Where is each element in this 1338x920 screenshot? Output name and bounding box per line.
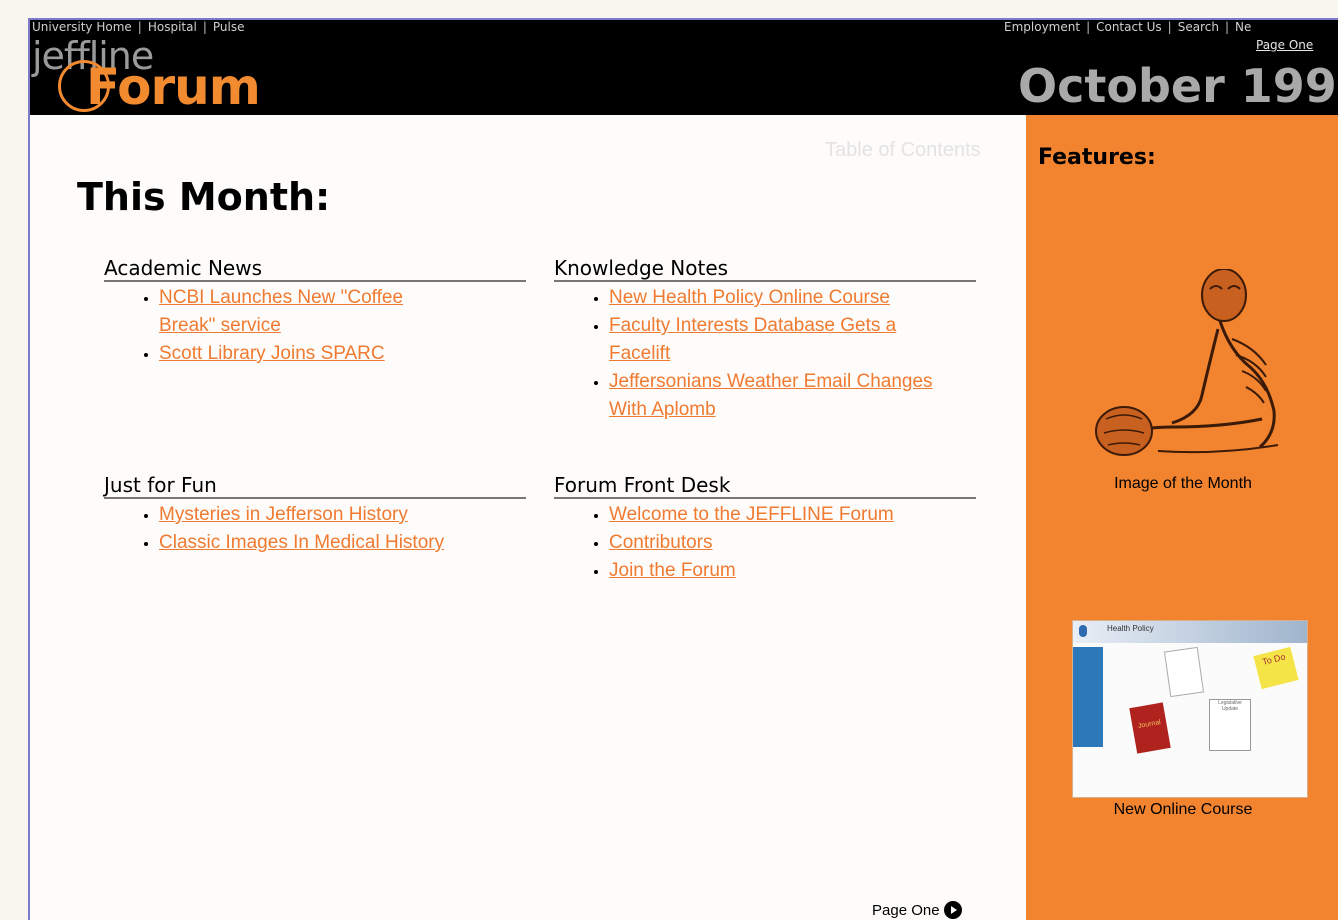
article-link[interactable]: Faculty Interests Database Gets a Faceli… (609, 315, 896, 364)
drop-icon (1079, 625, 1087, 637)
list-item: Jeffersonians Weather Email Changes With… (594, 368, 939, 424)
skeleton-illustration-icon (1095, 268, 1279, 456)
section-list: Welcome to the JEFFLINE Forum Contributo… (554, 501, 976, 585)
list-item: Welcome to the JEFFLINE Forum (594, 501, 976, 529)
list-item: New Health Policy Online Course (594, 284, 939, 312)
new-online-course-thumbnail[interactable]: Health Policy To Do Legislative Update J… (1072, 620, 1308, 798)
sticky-note-icon: To Do (1253, 646, 1299, 690)
list-item: Mysteries in Jefferson History (144, 501, 526, 529)
list-item: Classic Images In Medical History (144, 529, 526, 557)
memo-icon: Legislative Update (1209, 699, 1251, 751)
site-logo[interactable]: jeffline Forum (30, 34, 290, 114)
feature-caption-image-of-the-month: Image of the Month (1114, 475, 1252, 492)
browser-page: University Home | Hospital | Pulse Employmen… (28, 18, 1338, 920)
screenshot-sidebar (1073, 647, 1103, 747)
logo-forum-text: Forum (86, 58, 261, 115)
article-link[interactable]: NCBI Launches New "Coffee Break" service (159, 287, 403, 336)
list-item: Join the Forum (594, 557, 976, 585)
nav-link-search[interactable]: Search (1178, 20, 1219, 34)
page-one-link-top[interactable]: Page One (1256, 38, 1313, 52)
arrow-right-circle-icon (943, 901, 962, 919)
section-just-for-fun: Just for Fun Mysteries in Jefferson Hist… (104, 473, 526, 557)
section-forum-front-desk: Forum Front Desk Welcome to the JEFFLINE… (554, 473, 976, 585)
article-link[interactable]: New Health Policy Online Course (609, 287, 890, 308)
issue-date: October 1999 (1018, 59, 1338, 113)
article-link[interactable]: Contributors (609, 532, 713, 553)
section-knowledge-notes: Knowledge Notes New Health Policy Online… (554, 256, 976, 424)
nav-link-employment[interactable]: Employment (1004, 20, 1080, 34)
section-title: Forum Front Desk (554, 473, 976, 499)
table-of-contents-link[interactable]: Table of Contents (825, 139, 981, 162)
section-list: Mysteries in Jefferson History Classic I… (104, 501, 526, 557)
main-content: Table of Contents This Month: Academic N… (30, 115, 1026, 920)
section-list: NCBI Launches New "Coffee Break" service… (104, 284, 459, 368)
page-one-label: Page One (872, 901, 940, 919)
top-nav: University Home | Hospital | Pulse (32, 20, 245, 34)
page-title: This Month: (77, 175, 331, 219)
nav-link-ne[interactable]: Ne (1235, 20, 1251, 34)
image-of-the-month-thumbnail[interactable] (1082, 268, 1304, 465)
article-link[interactable]: Jeffersonians Weather Email Changes With… (609, 371, 933, 420)
article-link[interactable]: Welcome to the JEFFLINE Forum (609, 504, 894, 525)
article-link[interactable]: Classic Images In Medical History (159, 532, 444, 553)
list-item: NCBI Launches New "Coffee Break" service (144, 284, 459, 340)
book-icon: Journal (1129, 702, 1171, 754)
screenshot-header-text: Health Policy (1107, 624, 1154, 633)
list-item: Faculty Interests Database Gets a Faceli… (594, 312, 939, 368)
site-header: University Home | Hospital | Pulse Employmen… (30, 20, 1338, 115)
section-title: Academic News (104, 256, 526, 282)
section-list: New Health Policy Online Course Faculty … (554, 284, 939, 424)
section-title: Knowledge Notes (554, 256, 976, 282)
utility-nav: Employment | Contact Us | Search | Ne (1004, 20, 1252, 34)
nav-link-hospital[interactable]: Hospital (148, 20, 197, 34)
nav-link-contact-us[interactable]: Contact Us (1096, 20, 1162, 34)
article-link[interactable]: Mysteries in Jefferson History (159, 504, 408, 525)
article-link[interactable]: Scott Library Joins SPARC (159, 343, 385, 364)
nav-link-university-home[interactable]: University Home (32, 20, 132, 34)
section-academic-news: Academic News NCBI Launches New "Coffee … (104, 256, 526, 368)
nav-link-pulse[interactable]: Pulse (213, 20, 245, 34)
feature-caption-new-online-course: New Online Course (1113, 801, 1253, 818)
article-link[interactable]: Join the Forum (609, 560, 736, 581)
list-item: Scott Library Joins SPARC (144, 340, 459, 368)
features-sidebar: Features: Image of the Month Health Poli… (1026, 115, 1338, 920)
page-one-link-bottom[interactable]: Page One (872, 901, 962, 919)
features-heading: Features: (1038, 145, 1156, 170)
list-item: Contributors (594, 529, 976, 557)
document-icon (1163, 646, 1205, 698)
section-title: Just for Fun (104, 473, 526, 499)
